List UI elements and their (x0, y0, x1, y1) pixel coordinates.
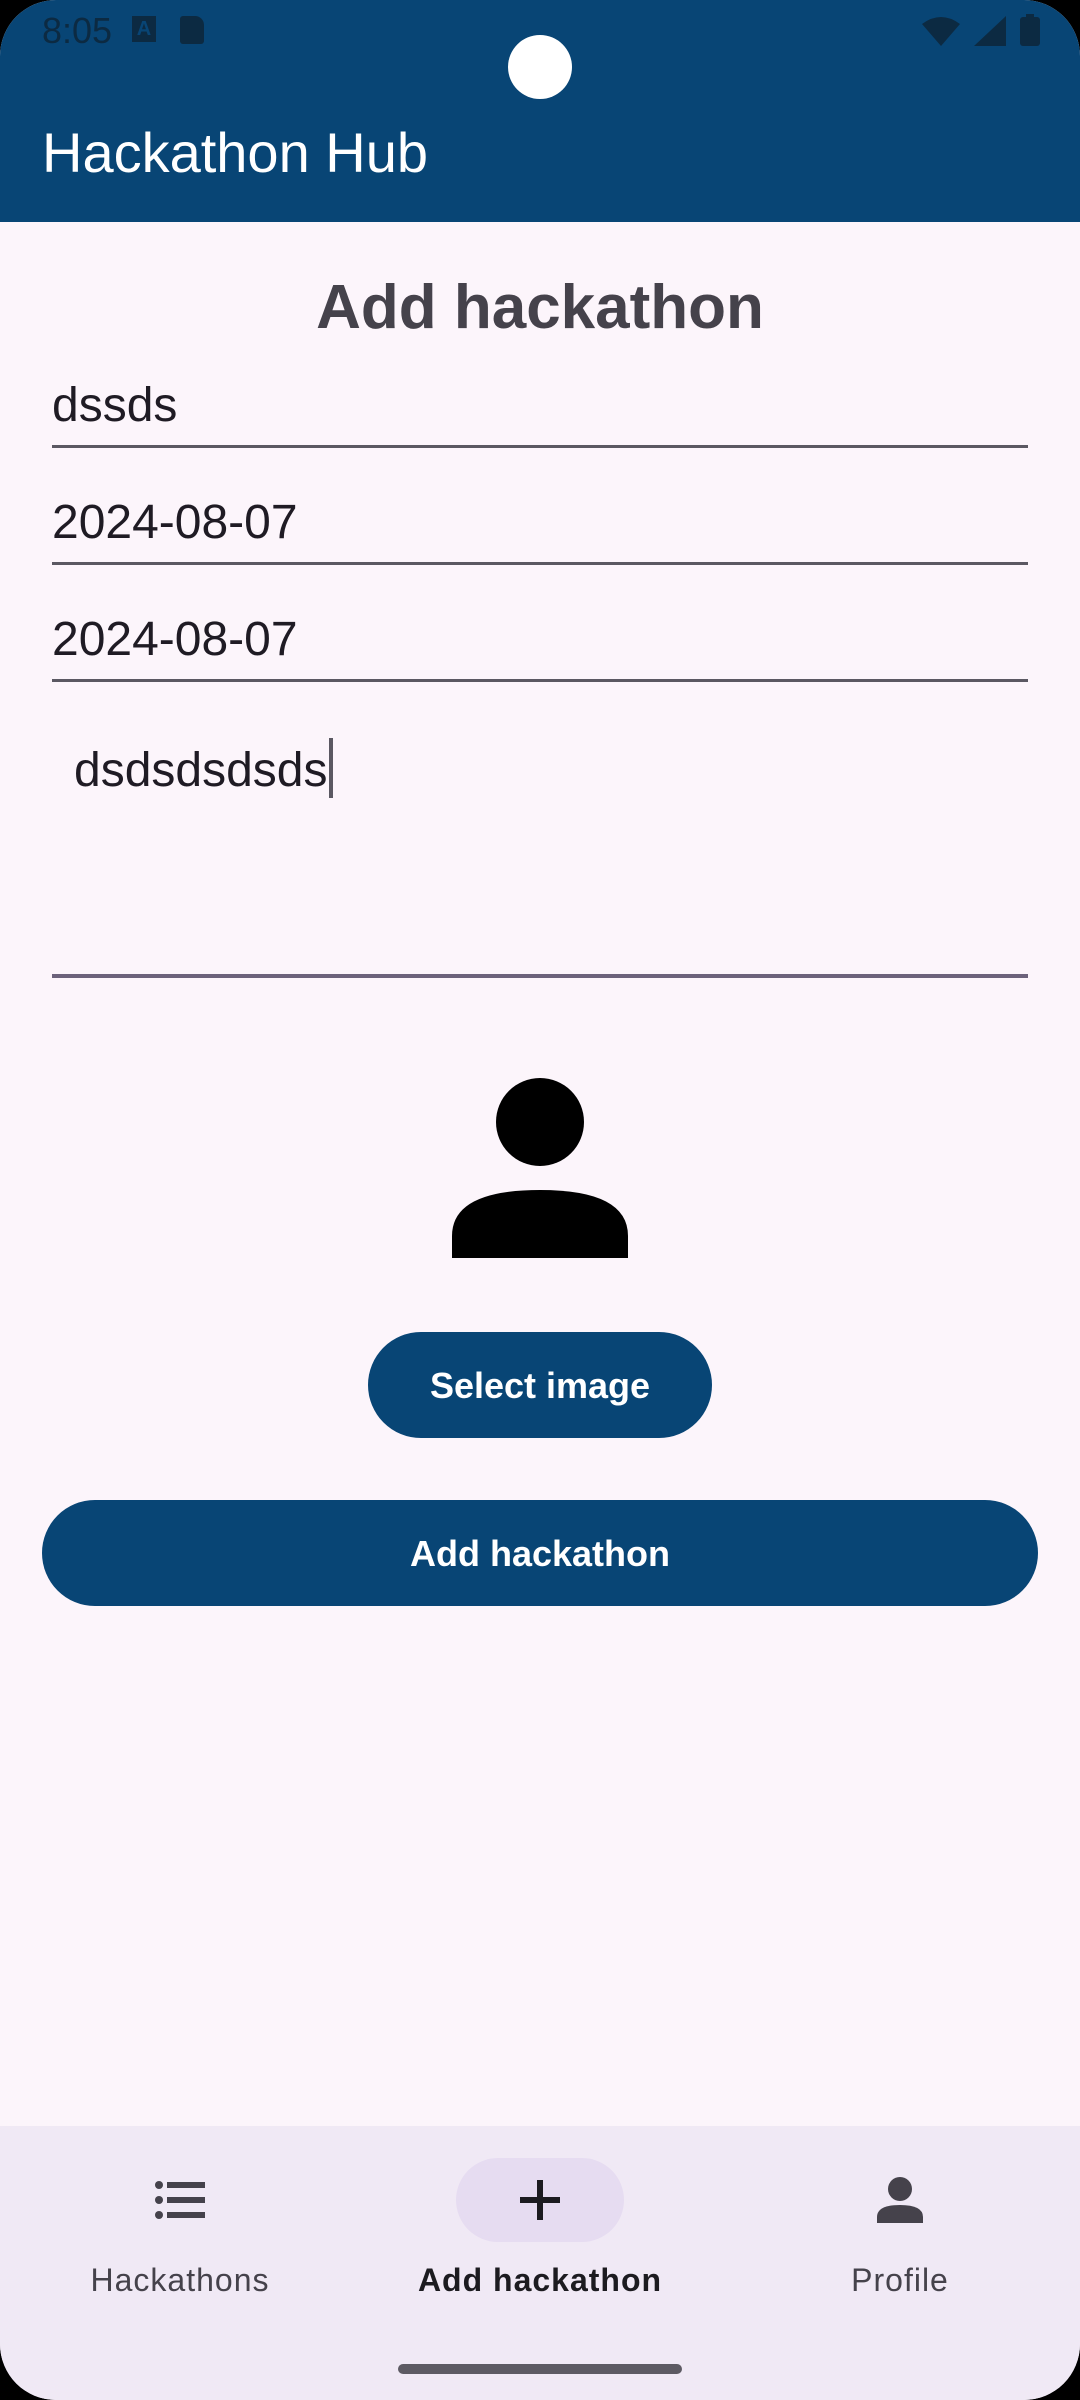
bottom-navigation: Hackathons Add hackathon Profile (0, 2126, 1080, 2400)
person-icon (877, 2177, 923, 2223)
hackathon-name-field[interactable]: dssds (52, 378, 1028, 448)
nav-item-profile[interactable]: Profile (720, 2126, 1080, 2346)
wifi-icon (922, 17, 960, 46)
nav-label-hackathons: Hackathons (90, 2262, 270, 2298)
description-value: dsdsdsdsds (74, 744, 328, 797)
person-icon (452, 1078, 628, 1258)
end-date-value: 2024-08-07 (52, 613, 298, 666)
start-date-field[interactable]: 2024-08-07 (52, 495, 1028, 565)
camera-cutout (508, 35, 572, 99)
status-time: 8:05 (42, 10, 113, 51)
nav-label-profile: Profile (851, 2262, 949, 2298)
plus-icon (520, 2180, 560, 2220)
nav-indicator-active (456, 2158, 624, 2242)
nav-indicator (96, 2158, 264, 2242)
home-indicator[interactable] (398, 2364, 682, 2374)
text-cursor (329, 738, 334, 798)
hackathon-name-value: dssds (52, 379, 178, 432)
sd-card-icon (180, 16, 204, 44)
add-hackathon-button[interactable]: Add hackathon (42, 1500, 1038, 1606)
app-title: Hackathon Hub (42, 121, 429, 184)
battery-icon (1020, 14, 1040, 46)
page-title: Add hackathon (316, 273, 764, 342)
signal-icon (974, 16, 1006, 46)
description-field[interactable]: dsdsdsdsds (52, 720, 1028, 978)
list-icon (155, 2181, 205, 2219)
app-a-icon: A (132, 16, 156, 42)
nav-indicator (816, 2158, 984, 2242)
nav-item-hackathons[interactable]: Hackathons (0, 2126, 360, 2346)
status-right-icons (922, 14, 1040, 46)
end-date-field[interactable]: 2024-08-07 (52, 612, 1028, 682)
nav-label-add-hackathon: Add hackathon (417, 2262, 663, 2298)
select-image-button[interactable]: Select image (368, 1332, 712, 1438)
start-date-value: 2024-08-07 (52, 496, 298, 549)
top-app-bar: 8:05 A Hackathon Hub (0, 0, 1080, 222)
app-screen: 8:05 A Hackathon Hub Add hackathon dssds… (0, 0, 1080, 2400)
status-left-icons: A (132, 16, 204, 44)
nav-item-add-hackathon[interactable]: Add hackathon (360, 2126, 720, 2346)
